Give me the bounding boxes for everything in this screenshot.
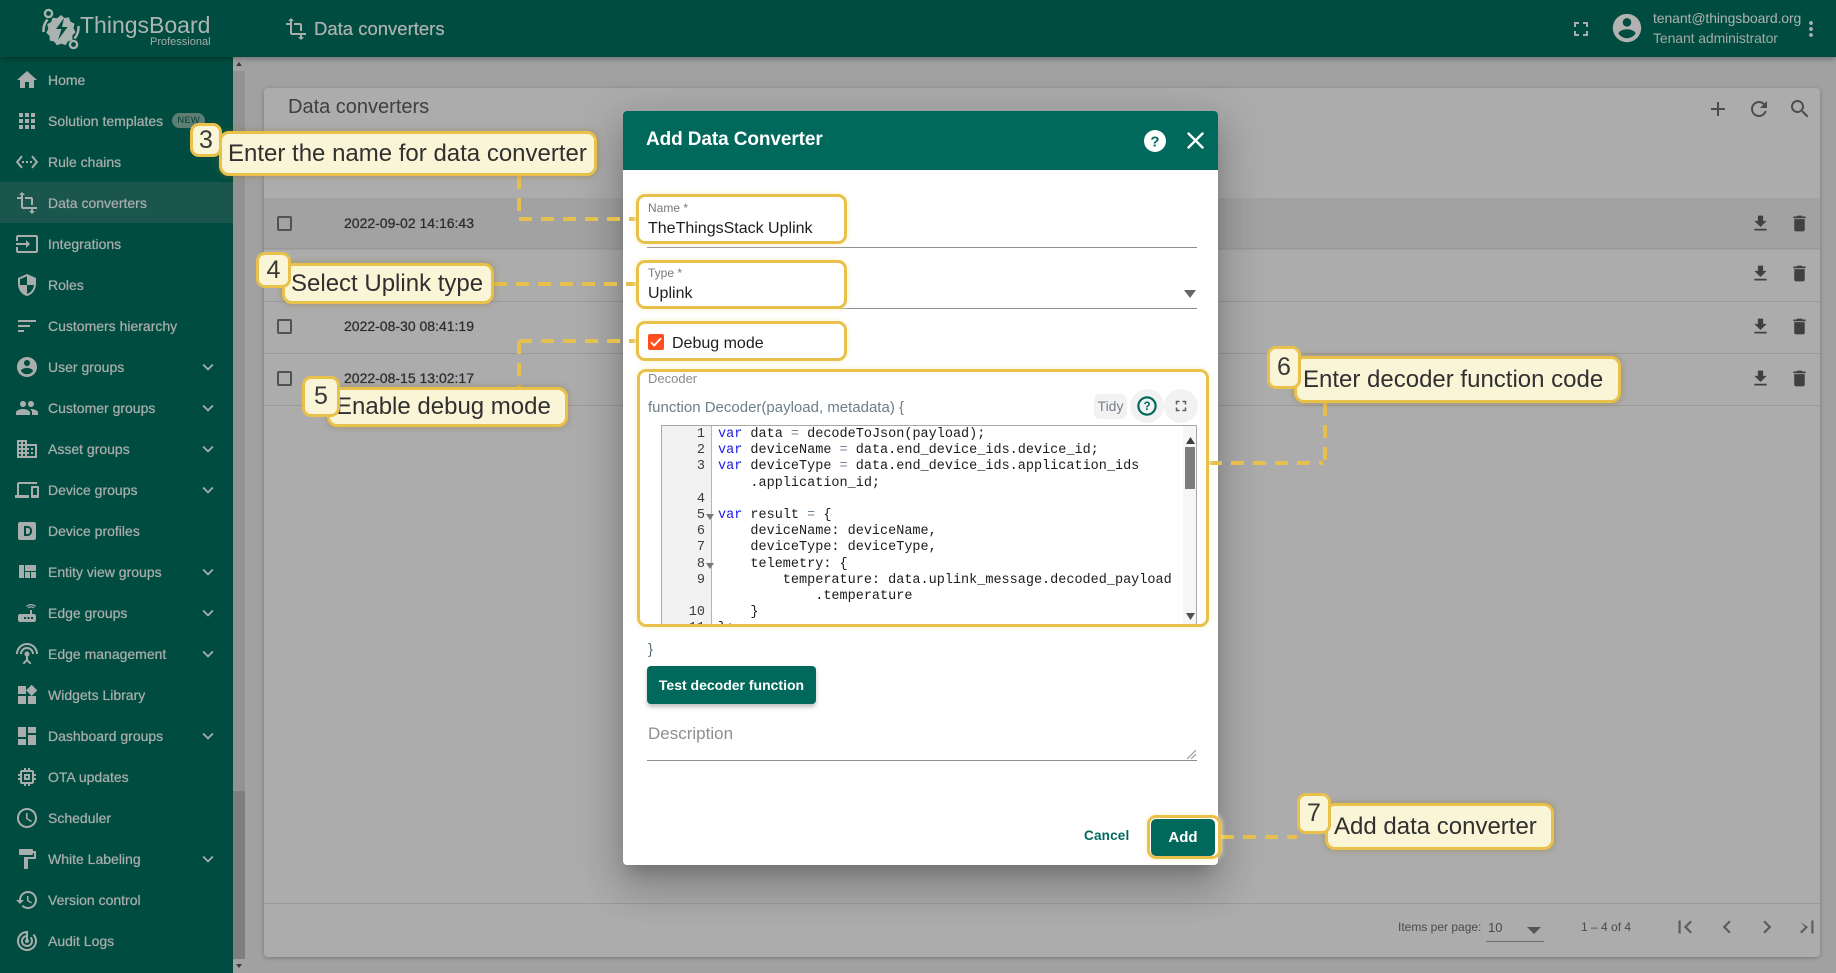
svg-text:?: ?	[1150, 134, 1159, 151]
svg-text:?: ?	[1143, 401, 1150, 413]
